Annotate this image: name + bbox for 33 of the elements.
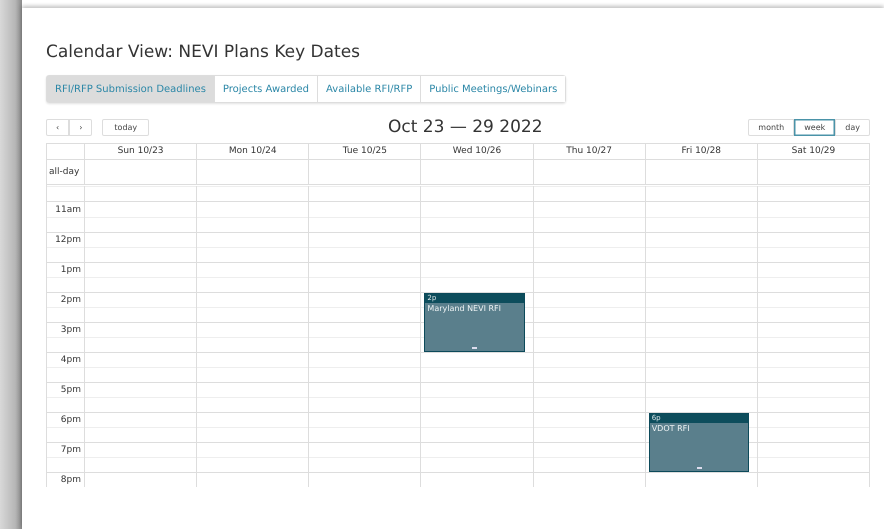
event-title: Maryland NEVI RFI [426, 303, 502, 314]
hour-label: 8pm [60, 474, 82, 487]
hour-label: 4pm [60, 354, 82, 367]
tab[interactable]: Projects Awarded [214, 76, 318, 102]
event-title: VDOT RFI [650, 423, 691, 434]
next-button[interactable]: › [69, 118, 92, 136]
tab[interactable]: Public Meetings/Webinars [421, 76, 566, 102]
all-day-label: all-day [47, 160, 85, 184]
day-header: Fri 10/28 [646, 144, 758, 159]
hour-label: 2pm [60, 294, 82, 307]
hour-label: 12pm [54, 234, 82, 247]
day-header: Tue 10/25 [309, 144, 422, 159]
hour-label: 11am [54, 204, 82, 217]
view-button[interactable]: week [794, 118, 836, 136]
day-header: Thu 10/27 [534, 144, 646, 159]
day-header: Sat 10/29 [758, 144, 870, 159]
hour-label: 5pm [60, 384, 82, 397]
tab[interactable]: Available RFI/RFP [318, 76, 422, 102]
view-button[interactable]: month [748, 118, 794, 136]
hour-label: 3pm [60, 324, 82, 337]
resize-handle-icon[interactable] [696, 467, 702, 469]
previous-button[interactable]: ‹ [46, 118, 70, 136]
today-button[interactable]: today [102, 118, 150, 136]
day-header: Mon 10/24 [197, 144, 310, 159]
page-title: Calendar View: NEVI Plans Key Dates [46, 41, 362, 63]
day-header: Sun 10/23 [85, 144, 198, 159]
day-header: Wed 10/26 [421, 144, 534, 159]
resize-handle-icon[interactable] [472, 347, 478, 349]
date-range-title: Oct 23 — 29 2022 [387, 117, 544, 137]
hour-label: 1pm [60, 264, 82, 277]
view-button[interactable]: day [835, 118, 870, 136]
hour-label: 7pm [60, 444, 82, 457]
hour-label: 6pm [60, 414, 82, 427]
